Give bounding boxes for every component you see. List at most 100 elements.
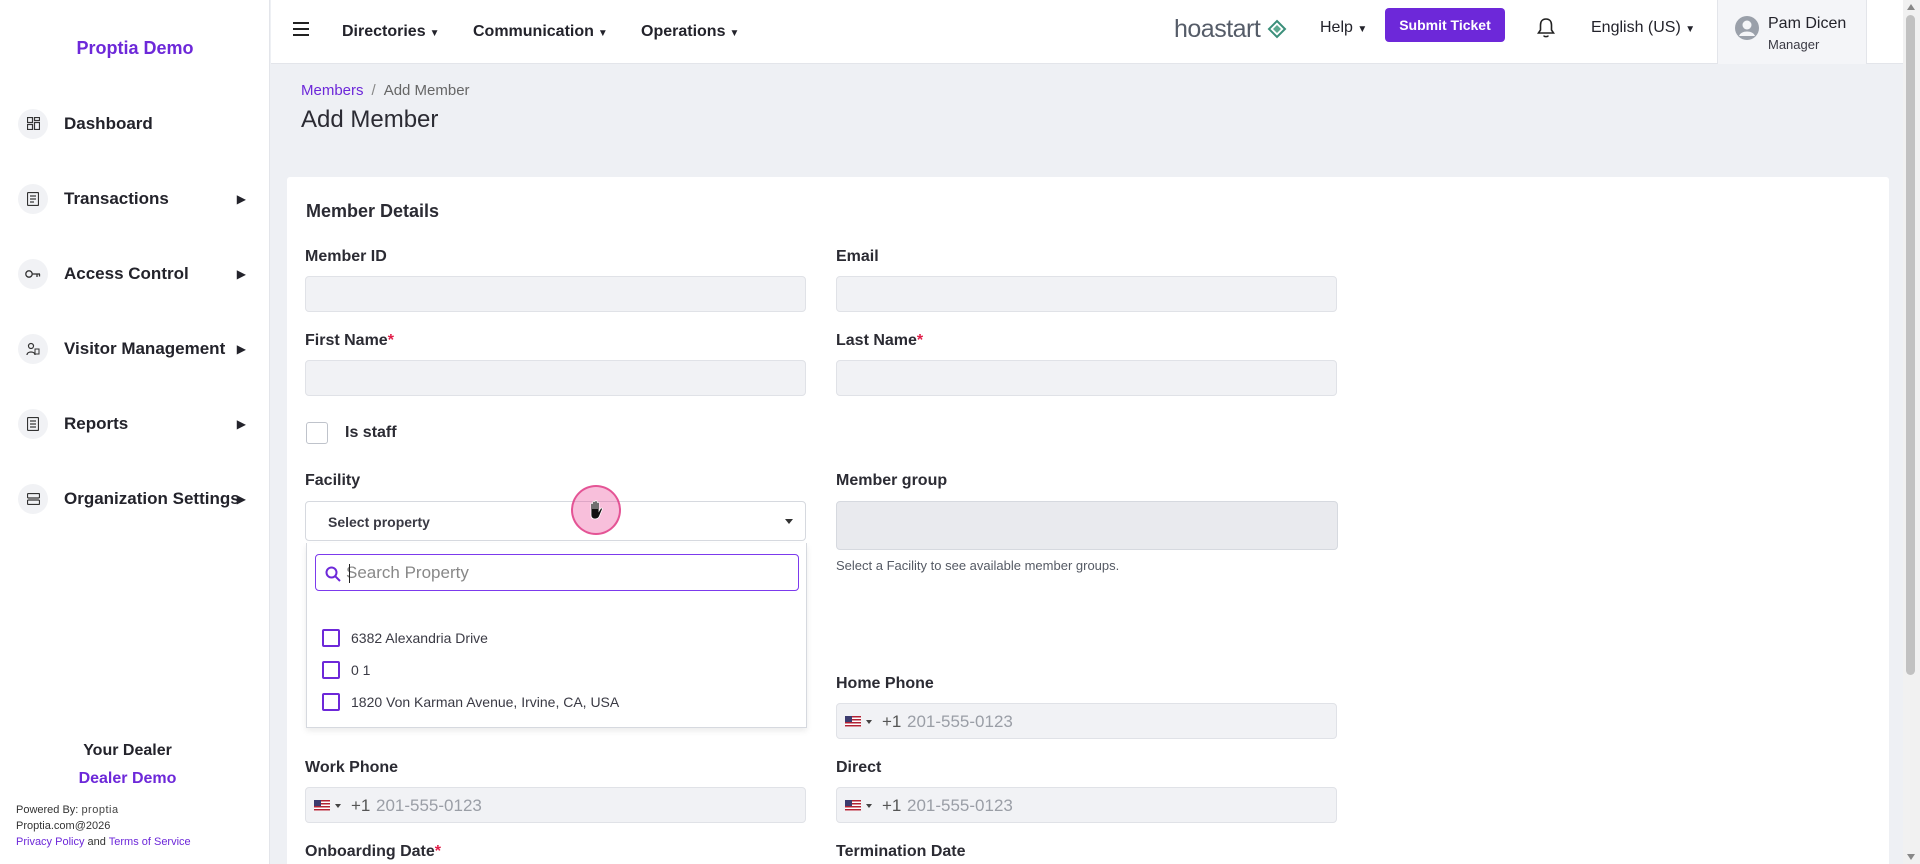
option-checkbox[interactable] [322,629,340,647]
hoastart-logo: hoastart [1174,15,1287,44]
sidebar-item-label: Dashboard [64,113,153,133]
help-label: Help [1320,19,1353,36]
privacy-policy-link[interactable]: Privacy Policy [16,836,84,848]
sidebar-item-visitor-management[interactable]: Visitor Management ▶ [0,311,270,386]
topnav-communication[interactable]: Communication ▼ [473,23,608,41]
chevron-down-icon: ▼ [729,28,740,39]
home-phone-label: Home Phone [836,675,934,692]
caret-down-icon [866,804,872,808]
grab-hand-icon [590,500,603,520]
breadcrumb-current: Add Member [383,82,470,99]
dealer-info: Your Dealer Dealer Demo [0,742,255,788]
language-selector[interactable]: English (US) ▼ [1591,19,1695,37]
work-phone-input[interactable]: +1 201-555-0123 [305,787,806,823]
required-mark: * [434,843,442,860]
dealer-name[interactable]: Dealer Demo [0,770,255,788]
work-phone-label: Work Phone [305,759,399,776]
topnav-operations[interactable]: Operations ▼ [641,23,739,41]
phone-country-code: +1 [882,712,902,731]
caret-down-icon [866,720,872,724]
topnav-label: Directories [342,23,426,40]
submit-ticket-button[interactable]: Submit Ticket [1385,8,1505,42]
direct-label: Direct [836,759,882,776]
powered-by-label: Powered By: [16,804,79,816]
last-name-input[interactable] [836,360,1337,396]
home-phone-input[interactable]: +1 201-555-0123 [836,703,1337,739]
facility-select-value: Select property [328,514,430,530]
hamburger-menu-icon[interactable] [293,22,309,36]
chevron-right-icon: ▶ [236,491,246,506]
direct-phone-input[interactable]: +1 201-555-0123 [836,787,1337,823]
server-icon [18,483,48,514]
terms-of-service-link[interactable]: Terms of Service [109,836,191,848]
section-title: Member Details [306,201,440,221]
help-menu[interactable]: Help ▼ [1320,19,1367,37]
chevron-down-icon: ▼ [1357,24,1368,35]
sidebar-item-label: Access Control [64,263,189,283]
copyright-text: Proptia.com@2026 [16,820,111,832]
phone-placeholder: 201-555-0123 [907,712,1013,731]
sidebar-item-label: Transactions [64,188,169,208]
document-icon [18,183,48,214]
chevron-right-icon: ▶ [236,341,246,356]
facility-select[interactable]: Select property [305,501,806,541]
member-id-input[interactable] [305,276,806,312]
property-option[interactable]: 6382 Alexandria Drive [322,628,488,648]
sidebar-nav: Dashboard Transactions ▶ Access Control … [0,86,270,536]
chevron-right-icon: ▶ [236,191,246,206]
option-checkbox[interactable] [322,693,340,711]
option-label: 1820 Von Karman Avenue, Irvine, CA, USA [351,694,620,710]
phone-placeholder: 201-555-0123 [907,796,1013,815]
is-staff-checkbox[interactable] [306,422,328,444]
caret-down-icon [785,519,793,524]
onboarding-label-text: Onboarding Date [305,843,435,860]
page-title: Add Member [301,106,439,133]
property-option[interactable]: 1820 Von Karman Avenue, Irvine, CA, USA [322,692,619,712]
sidebar: Proptia Demo Dashboard Transactions ▶ Ac… [0,0,270,864]
brand-name[interactable]: Proptia Demo [0,38,270,59]
sidebar-item-reports[interactable]: Reports ▶ [0,386,270,461]
chevron-down-icon: ▼ [597,28,608,39]
first-name-input[interactable] [305,360,806,396]
property-search-input[interactable] [346,561,786,585]
termination-date-label: Termination Date [836,843,966,860]
phone-placeholder: 201-555-0123 [376,796,482,815]
sidebar-item-transactions[interactable]: Transactions ▶ [0,161,270,236]
user-menu[interactable]: Pam Dicen Manager [1717,0,1867,64]
topnav-label: Communication [473,23,594,40]
sidebar-item-access-control[interactable]: Access Control ▶ [0,236,270,311]
sidebar-item-label: Organization Settings [64,488,240,508]
sidebar-item-organization-settings[interactable]: Organization Settings ▶ [0,461,270,536]
scroll-down-arrow-icon[interactable] [1907,854,1915,860]
and-text: and [87,836,106,848]
member-id-label: Member ID [305,248,387,265]
key-icon [18,258,48,289]
house-logo-icon [1267,19,1287,39]
user-name: Pam Dicen [1768,15,1847,32]
sidebar-item-label: Visitor Management [64,338,226,358]
email-input[interactable] [836,276,1337,312]
option-checkbox[interactable] [322,661,340,679]
dealer-heading: Your Dealer [83,742,172,759]
property-search-box[interactable] [315,554,799,591]
topnav-directories[interactable]: Directories ▼ [342,23,440,41]
proptia-logo: proptia [81,804,119,816]
breadcrumb-members-link[interactable]: Members [301,82,364,99]
bell-icon[interactable] [1536,17,1558,41]
sidebar-footer: Powered By: proptia Proptia.com@2026 Pri… [16,802,191,850]
property-option[interactable]: 0 1 [322,660,370,680]
chevron-right-icon: ▶ [236,416,246,431]
us-flag-icon [314,800,330,811]
chevron-down-icon: ▼ [429,28,440,39]
sidebar-item-dashboard[interactable]: Dashboard [0,86,270,161]
scroll-up-arrow-icon[interactable] [1907,4,1915,10]
scrollbar-thumb[interactable] [1906,15,1915,675]
language-label: English (US) [1591,19,1681,36]
phone-country-code: +1 [882,796,902,815]
page-scrollbar[interactable] [1903,0,1920,864]
last-name-label: Last Name* [836,332,923,350]
email-label: Email [836,248,879,265]
caret-down-icon [335,804,341,808]
dashboard-icon [18,108,48,139]
text-cursor [349,564,350,583]
